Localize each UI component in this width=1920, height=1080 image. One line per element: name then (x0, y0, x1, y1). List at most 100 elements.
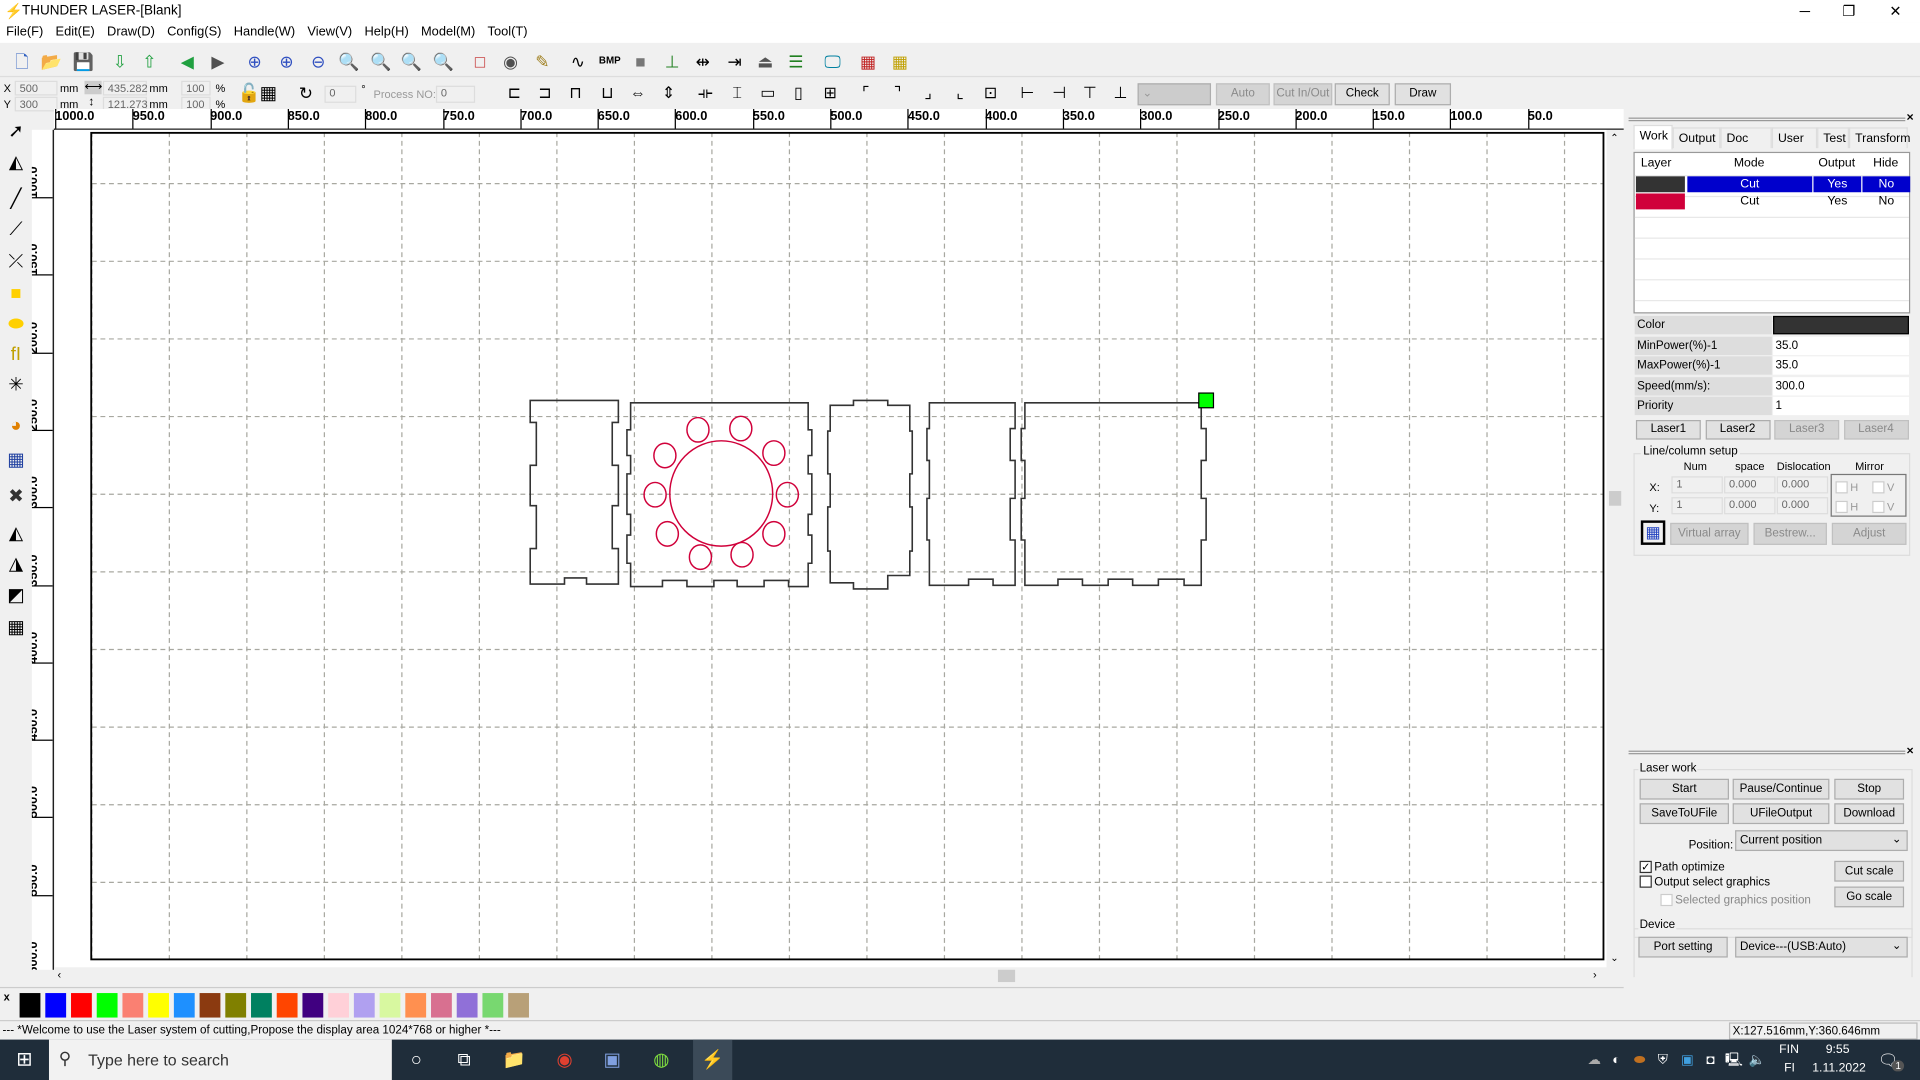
inkscape-icon[interactable]: ◍ (647, 1047, 676, 1074)
port-setting-button[interactable]: Port setting (1638, 936, 1728, 958)
select-arrow-icon[interactable]: ➚ (2, 119, 29, 146)
volume-icon[interactable]: 🔈 (1742, 1047, 1771, 1074)
align-bottom-icon[interactable]: ⊔ (595, 81, 619, 105)
color-swatch[interactable] (45, 993, 67, 1018)
color-swatch[interactable] (379, 993, 401, 1018)
center-h-icon[interactable]: ⇔ (626, 81, 650, 105)
drawing-canvas[interactable] (55, 129, 1607, 968)
laser4-button[interactable]: Laser4 (1843, 420, 1909, 440)
x-dislocation-field[interactable]: 0.000 (1776, 476, 1829, 494)
color-swatch[interactable] (71, 993, 92, 1018)
color-swatch[interactable] (353, 993, 375, 1018)
chrome-icon[interactable]: ◉ (550, 1047, 579, 1074)
menu-model[interactable]: Model(M) (415, 22, 482, 39)
y-space-field[interactable]: 0.000 (1724, 497, 1776, 515)
mirror-x-v-checkbox[interactable] (1872, 481, 1885, 494)
box-side-panel-1[interactable] (529, 399, 620, 585)
x-position-field[interactable]: 500 (14, 80, 58, 96)
mirror-x-h-checkbox[interactable] (1835, 481, 1848, 494)
close-button[interactable]: ✕ (1873, 0, 1917, 22)
top-left-icon[interactable]: ⌜ (853, 81, 877, 105)
select-box-icon[interactable]: □ (468, 49, 492, 73)
top-right-icon[interactable]: ⌝ (885, 81, 909, 105)
color-swatch[interactable] (251, 993, 272, 1018)
y-num-field[interactable]: 1 (1671, 497, 1723, 515)
laser1-button[interactable]: Laser1 (1635, 420, 1701, 440)
simulate-icon[interactable]: ▦ (856, 49, 880, 73)
color-swatch[interactable] (276, 993, 298, 1018)
output-select-checkbox[interactable] (1639, 875, 1652, 888)
position-dropdown[interactable]: Current position ⌄ (1735, 830, 1908, 852)
palette-close-button[interactable]: x (4, 991, 10, 1003)
menu-config[interactable]: Config(S) (161, 22, 228, 39)
space-v-icon[interactable]: ⌶ (725, 81, 749, 105)
small-hole[interactable] (643, 481, 667, 508)
color-swatch[interactable] (302, 993, 324, 1018)
virtual-array-button[interactable]: Virtual array (1670, 522, 1749, 545)
center-v-icon[interactable]: ⇕ (656, 81, 680, 105)
mirror-y-h-checkbox[interactable] (1835, 500, 1848, 514)
open-folder-icon[interactable]: 📂 (39, 49, 63, 73)
grid-array-icon[interactable]: ▦ (2, 615, 29, 642)
property-value[interactable]: 300.0 (1773, 376, 1909, 395)
save-to-ufile-button[interactable]: SaveToUFile (1639, 803, 1729, 825)
vertical-scrollbar[interactable]: ⌃ ⌄ (1606, 129, 1624, 968)
tab-work[interactable]: Work (1633, 124, 1673, 150)
small-hole[interactable] (730, 541, 754, 568)
array-icon[interactable]: ▦ (2, 447, 29, 474)
go-scale-button[interactable]: Go scale (1834, 886, 1905, 908)
scroll-left-icon[interactable]: ‹ (58, 969, 62, 981)
mirror-h-icon[interactable]: ◭ (2, 520, 29, 547)
start-button[interactable]: Start (1639, 778, 1729, 800)
curve-icon[interactable]: ∿ (566, 49, 590, 73)
stop-button[interactable]: Stop (1834, 778, 1905, 800)
scroll-down-icon[interactable]: ⌄ (1610, 953, 1618, 964)
small-hole[interactable] (686, 416, 710, 443)
text-icon[interactable]: fI (2, 342, 29, 369)
download-button[interactable]: Download (1834, 803, 1905, 825)
color-swatch[interactable] (148, 993, 169, 1018)
windows-start-icon[interactable]: ⊞ (10, 1047, 39, 1074)
align-right-icon[interactable]: ⊐ (533, 81, 557, 105)
pen-icon[interactable]: ✎ (530, 49, 554, 73)
width-lock-icon[interactable]: ⟷ (84, 80, 103, 95)
check-button[interactable]: Check (1334, 83, 1390, 106)
same-width-icon[interactable]: ▭ (756, 81, 780, 105)
same-height-icon[interactable]: ▯ (786, 81, 810, 105)
color-swatch[interactable] (199, 993, 221, 1018)
zoom-window-icon[interactable]: 🔍 (431, 49, 455, 73)
monitor-icon[interactable]: 🖵 (820, 49, 844, 73)
center-icon[interactable]: ⊞ (818, 81, 842, 105)
zoom-pan-icon[interactable]: ⊕ (242, 49, 266, 73)
right-edge-icon[interactable]: ⊣ (1047, 81, 1071, 105)
cut-scale-button[interactable]: Cut scale (1834, 860, 1905, 882)
process-no-field[interactable]: 0 (435, 85, 476, 103)
laser-work-close-button[interactable]: × (1907, 744, 1914, 757)
bezier-icon[interactable]: ⤫ (2, 249, 29, 276)
tree-icon[interactable]: ⊥ (660, 49, 684, 73)
small-hole[interactable] (688, 544, 713, 571)
node-edit-icon[interactable]: ◭ (2, 149, 29, 176)
task-view-icon[interactable]: ⧉ (449, 1047, 478, 1074)
undo-icon[interactable]: ◀ (175, 49, 199, 73)
export-icon[interactable]: ⇧ (137, 49, 161, 73)
horizontal-scrollbar[interactable]: ‹ › (55, 967, 1607, 985)
layer-color-value[interactable] (1773, 315, 1909, 335)
tab-user[interactable]: User (1771, 127, 1818, 149)
keyboard-layout[interactable]: FI (1784, 1062, 1795, 1075)
property-value[interactable]: 1 (1773, 396, 1909, 416)
draw-button[interactable]: Draw (1394, 83, 1452, 106)
taskbar-search[interactable]: ⚲ Type here to search (48, 1039, 392, 1080)
new-file-icon[interactable]: 🗋 (10, 49, 34, 73)
layer-row[interactable]: Cut Yes No (1635, 176, 1911, 193)
small-hole[interactable] (653, 442, 677, 469)
head-icon[interactable]: ⏏ (753, 49, 777, 73)
fill-icon[interactable]: ■ (628, 49, 652, 73)
device-dropdown[interactable]: Device---(USB:Auto) ⌄ (1735, 936, 1908, 958)
y-position-field[interactable]: 300 (14, 96, 58, 112)
color-swatch[interactable] (173, 993, 195, 1018)
top-edge-icon[interactable]: ⊤ (1078, 81, 1102, 105)
line-icon[interactable]: ╱ (2, 186, 29, 213)
color-swatch[interactable] (122, 993, 144, 1018)
restore-button[interactable]: ❐ (1827, 0, 1871, 22)
